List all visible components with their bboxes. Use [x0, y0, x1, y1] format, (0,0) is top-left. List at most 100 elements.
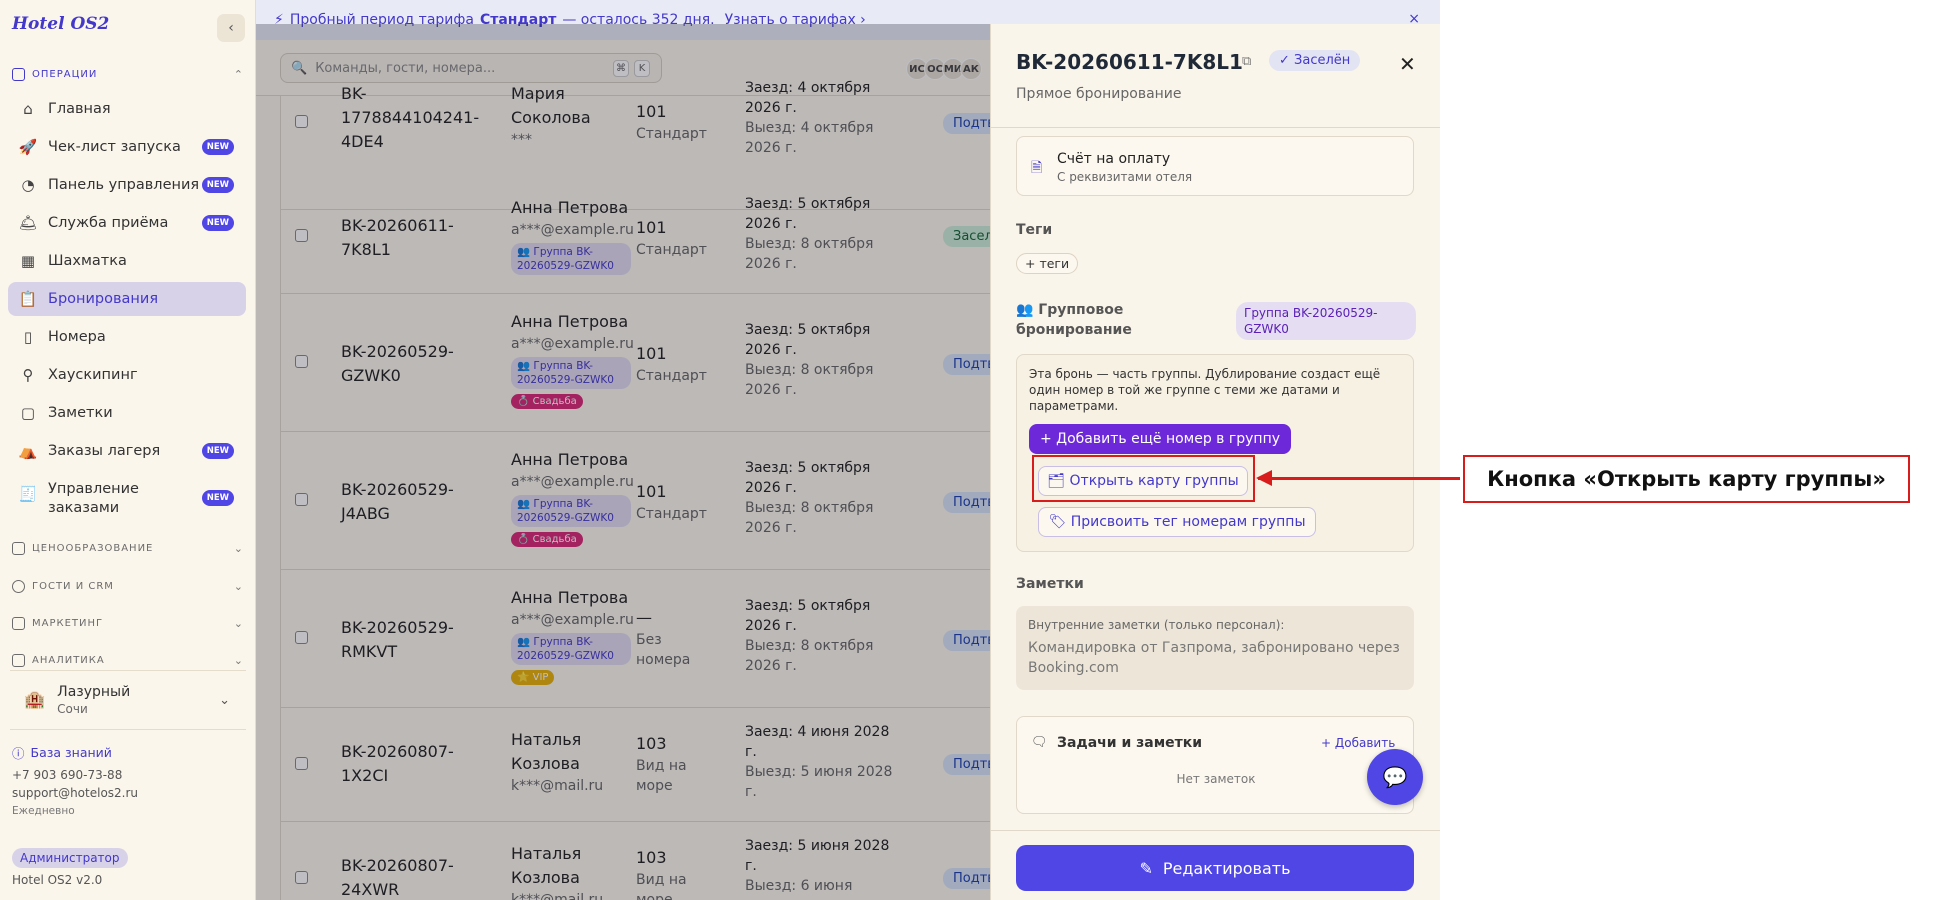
highlight-box: [1032, 455, 1255, 502]
knowledge-base-link[interactable]: ⓘ База знаний: [12, 743, 112, 762]
status-label: Заселён: [1294, 53, 1351, 68]
add-room-to-group-button[interactable]: + Добавить ещё номер в группу: [1029, 424, 1291, 454]
section-label: МАРКЕТИНГ: [32, 618, 104, 629]
support-email[interactable]: support@hotelos2.ru: [12, 786, 138, 800]
sidebar-item-notes[interactable]: ▢ Заметки: [8, 396, 246, 430]
knowledge-base-label: База знаний: [30, 745, 112, 760]
sidebar-item-order-management[interactable]: 🧾 Управление заказами NEW: [8, 478, 246, 520]
invoice-title: Счёт на оплату: [1057, 151, 1171, 167]
sidebar-item-label: Чек-лист запуска: [48, 139, 181, 155]
section-label: ЦЕНООБРАЗОВАНИЕ: [32, 543, 154, 554]
new-badge: NEW: [201, 490, 234, 506]
sidebar-item-label: Заметки: [48, 405, 113, 421]
edit-button[interactable]: ✎ Редактировать: [1016, 845, 1414, 891]
sidebar-item-chessboard[interactable]: ▦ Шахматка: [8, 244, 246, 278]
home-icon: ⌂: [23, 100, 33, 118]
section-operations[interactable]: ОПЕРАЦИИ ⌃: [12, 68, 244, 81]
sidebar-item-camp-orders[interactable]: ⛺ Заказы лагеря NEW: [8, 434, 246, 468]
drawer-title: BK-20260611-7K8L1: [1016, 50, 1243, 74]
notes-hint: Внутренние заметки (только персонал):: [1028, 618, 1285, 632]
new-badge: NEW: [201, 139, 234, 155]
sidebar: Hotel OS2 ‹ ОПЕРАЦИИ ⌃ ⌂ Главная 🚀 Чек-лис…: [0, 0, 256, 900]
sidebar-item-rooms[interactable]: ▯ Номера: [8, 320, 246, 354]
megaphone-icon: [12, 617, 25, 630]
tags-label: Теги: [1016, 222, 1053, 238]
sidebar-item-dashboard[interactable]: ◔ Панель управления NEW: [8, 168, 246, 202]
edit-label: Редактировать: [1162, 858, 1291, 878]
sidebar-item-label: Шахматка: [48, 253, 127, 269]
sidebar-item-launch-checklist[interactable]: 🚀 Чек-лист запуска NEW: [8, 130, 246, 164]
sidebar-item-home[interactable]: ⌂ Главная: [8, 92, 246, 126]
chevron-down-icon: ⌄: [233, 542, 244, 555]
chat-button[interactable]: 💬: [1367, 749, 1423, 805]
section-label: ГОСТИ И CRM: [32, 581, 114, 592]
bell-icon: 🛎: [18, 214, 38, 232]
assign-group-tag-button[interactable]: 🏷 Присвоить тег номерам группы: [1038, 507, 1316, 537]
chevron-left-icon: ‹: [228, 20, 234, 36]
document-icon: 🗎: [1031, 160, 1043, 176]
chart-icon: [12, 654, 25, 667]
copy-icon[interactable]: ⧉: [1242, 54, 1251, 69]
grid-icon: ▦: [20, 252, 36, 270]
rocket-icon: 🚀: [18, 138, 38, 156]
close-drawer-button[interactable]: ✕: [1399, 52, 1416, 76]
invoice-subtitle: С реквизитами отеля: [1057, 170, 1193, 184]
new-badge: NEW: [201, 215, 234, 231]
group-pill[interactable]: Группа BK-20260529-GZWK0: [1236, 302, 1416, 340]
group-description: Эта бронь — часть группы. Дублирование с…: [1029, 367, 1381, 413]
internal-notes[interactable]: Внутренние заметки (только персонал): Ко…: [1016, 606, 1414, 690]
chevron-down-icon: ⌄: [219, 693, 230, 708]
help-icon: ⓘ: [12, 746, 25, 761]
check-icon: ✓: [1279, 53, 1295, 68]
notes-label: Заметки: [1016, 576, 1084, 592]
app-logo: Hotel OS2: [12, 14, 110, 34]
tent-icon: ⛺: [18, 442, 38, 460]
add-tag-button[interactable]: + теги: [1016, 253, 1079, 274]
tasks-card: 🗨 Задачи и заметки + Добавить Нет замето…: [1016, 716, 1414, 814]
tasks-title: Задачи и заметки: [1057, 735, 1203, 751]
group-panel: Эта бронь — часть группы. Дублирование с…: [1016, 354, 1414, 552]
tag-icon: [12, 542, 25, 555]
broom-icon: ⚲: [22, 366, 34, 384]
tasks-empty: Нет заметок: [1176, 772, 1256, 786]
section-guests-crm[interactable]: ГОСТИ И CRM ⌄: [12, 580, 244, 593]
role-badge: Администратор: [12, 848, 128, 868]
new-badge: NEW: [201, 177, 234, 193]
section-analytics[interactable]: АНАЛИТИКА ⌄: [12, 654, 244, 667]
hotel-switcher[interactable]: 🏨 Лазурный Сочи ⌄: [10, 670, 246, 730]
sidebar-item-label: Бронирования: [48, 291, 159, 307]
section-marketing[interactable]: МАРКЕТИНГ ⌄: [12, 617, 244, 630]
sidebar-item-label: Хаускипинг: [48, 367, 138, 383]
chevron-down-icon: ⌄: [233, 580, 244, 593]
add-task-button[interactable]: + Добавить: [1321, 736, 1395, 750]
note-icon: ▢: [20, 404, 36, 422]
sidebar-item-bookings[interactable]: 📋 Бронирования: [8, 282, 246, 316]
door-icon: ▯: [23, 328, 33, 346]
sidebar-item-label: Заказы лагеря: [48, 443, 161, 459]
arrow-head-icon: [1256, 470, 1272, 486]
sidebar-item-label: Номера: [48, 329, 106, 345]
building-icon: 🏨: [24, 690, 46, 710]
sidebar-item-housekeeping[interactable]: ⚲ Хаускипинг: [8, 358, 246, 392]
hotel-name: Лазурный: [57, 684, 131, 700]
collapse-sidebar-button[interactable]: ‹: [217, 14, 245, 42]
chevron-up-icon: ⌃: [233, 68, 244, 81]
new-badge: NEW: [201, 443, 234, 459]
sidebar-item-label: Главная: [48, 101, 111, 117]
section-pricing[interactable]: ЦЕНООБРАЗОВАНИЕ ⌄: [12, 542, 244, 555]
sidebar-item-front-desk[interactable]: 🛎 Служба приёма NEW: [8, 206, 246, 240]
support-phone: +7 903 690-73-88: [12, 768, 123, 782]
sidebar-item-label: заказами: [48, 500, 120, 516]
invoice-card[interactable]: 🗎 Счёт на оплату С реквизитами отеля: [1016, 136, 1414, 196]
app-window: Hotel OS2 ‹ ОПЕРАЦИИ ⌃ ⌂ Главная 🚀 Чек-лис…: [0, 0, 1440, 900]
clipboard-icon: 📋: [18, 290, 38, 308]
sidebar-item-label: Панель управления: [48, 177, 200, 193]
booking-source: Прямое бронирование: [1016, 86, 1182, 102]
section-label: ОПЕРАЦИИ: [32, 69, 98, 80]
receipt-icon: 🧾: [18, 485, 38, 503]
gauge-icon: ◔: [21, 176, 35, 194]
annotation-callout: Кнопка «Открыть карту группы»: [1463, 455, 1910, 503]
comment-icon: 🗨: [1031, 735, 1048, 750]
grid-icon: [12, 68, 25, 81]
group-booking-label: 👥 Групповое бронирование: [1016, 302, 1132, 338]
